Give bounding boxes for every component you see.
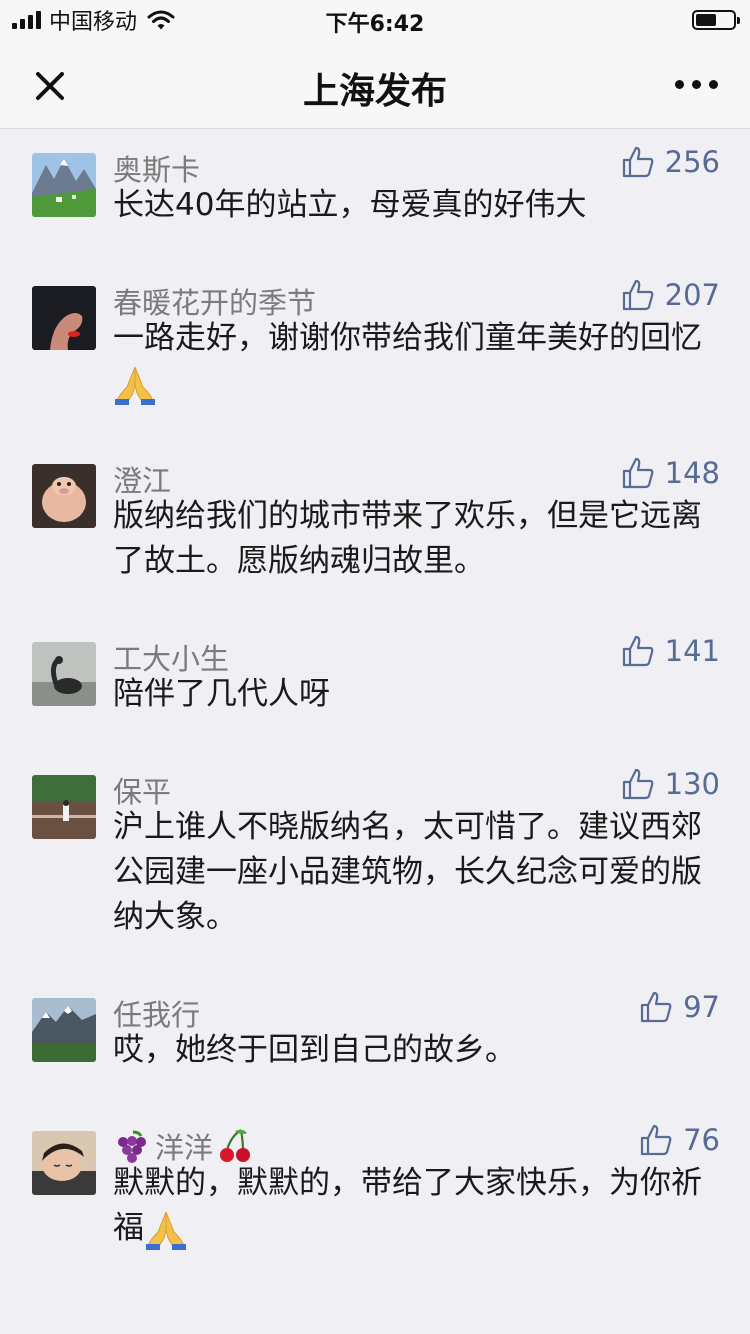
comment-list: 奥斯卡 256 长达40年的站立，母爱真的好伟大 春暖花开的季节 207 一路走… bbox=[0, 129, 750, 1285]
thumbs-up-icon bbox=[622, 635, 653, 667]
commenter-name: 工大小生 bbox=[113, 642, 230, 676]
like-button[interactable]: 130 bbox=[621, 767, 720, 801]
avatar[interactable] bbox=[32, 153, 96, 217]
like-count: 141 bbox=[664, 634, 720, 668]
avatar[interactable] bbox=[32, 642, 96, 706]
comment-item: 奥斯卡 256 长达40年的站立，母爱真的好伟大 bbox=[0, 129, 750, 262]
like-button[interactable]: 256 bbox=[621, 145, 720, 179]
grapes-emoji-icon bbox=[118, 1130, 146, 1163]
thumbs-up-icon bbox=[622, 146, 653, 178]
like-count: 76 bbox=[683, 1123, 720, 1157]
commenter-name: 保平 bbox=[113, 775, 172, 809]
like-count: 207 bbox=[664, 278, 720, 312]
avatar[interactable] bbox=[32, 775, 96, 839]
comment-text: 长达40年的站立，母爱真的好伟大 bbox=[113, 187, 587, 223]
comment-text: 版纳给我们的城市带来了欢乐，但是它远离了故土。愿版纳魂归故里。 bbox=[113, 498, 702, 579]
commenter-name: 奥斯卡 bbox=[113, 153, 201, 187]
folded-hands-emoji-icon bbox=[146, 1211, 186, 1250]
dot-icon bbox=[709, 80, 718, 89]
comment-item: 工大小生 141 陪伴了几代人呀 bbox=[0, 618, 750, 751]
comment-item: 春暖花开的季节 207 一路走好，谢谢你带给我们童年美好的回忆 bbox=[0, 262, 750, 440]
comment-text: 一路走好，谢谢你带给我们童年美好的回忆 bbox=[113, 316, 720, 406]
nav-bar: 上海发布 bbox=[0, 42, 750, 129]
avatar[interactable] bbox=[32, 998, 96, 1062]
like-button[interactable]: 207 bbox=[621, 278, 720, 312]
battery-icon bbox=[692, 10, 740, 30]
comment-item: 澄江 148 版纳给我们的城市带来了欢乐，但是它远离了故土。愿版纳魂归故里。 bbox=[0, 440, 750, 618]
comment-text: 默默的，默默的，带给了大家快乐，为你祈福 bbox=[113, 1161, 720, 1251]
comment-item: 任我行 97 哎，她终于回到自己的故乡。 bbox=[0, 974, 750, 1107]
thumbs-up-icon bbox=[622, 279, 653, 311]
like-count: 256 bbox=[664, 145, 720, 179]
more-options-button[interactable] bbox=[671, 76, 722, 93]
comment-text: 陪伴了几代人呀 bbox=[113, 676, 330, 712]
commenter-name: 澄江 bbox=[113, 464, 172, 498]
like-button[interactable]: 76 bbox=[639, 1123, 720, 1157]
dot-icon bbox=[692, 80, 701, 89]
comment-text: 沪上谁人不晓版纳名，太可惜了。建议西郊公园建一座小品建筑物，长久纪念可爱的版纳大… bbox=[113, 809, 702, 935]
like-button[interactable]: 97 bbox=[639, 990, 720, 1024]
comment-text: 哎，她终于回到自己的故乡。 bbox=[113, 1032, 516, 1068]
thumbs-up-icon bbox=[640, 1124, 672, 1156]
like-count: 130 bbox=[664, 767, 720, 801]
comment-item: 洋洋 76 默默的，默默的，带给了大家快乐，为你祈福 bbox=[0, 1107, 750, 1285]
comment-item: 保平 130 沪上谁人不晓版纳名，太可惜了。建议西郊公园建一座小品建筑物，长久纪… bbox=[0, 751, 750, 974]
thumbs-up-icon bbox=[622, 768, 653, 800]
folded-hands-emoji-icon bbox=[115, 366, 155, 405]
like-button[interactable]: 148 bbox=[621, 456, 720, 490]
commenter-name: 洋洋 bbox=[113, 1125, 253, 1167]
status-time: 下午6:42 bbox=[325, 12, 425, 37]
commenter-name: 任我行 bbox=[113, 998, 201, 1032]
cherries-emoji-icon bbox=[220, 1129, 251, 1162]
status-bar: 中国移动 下午6:42 bbox=[0, 0, 750, 42]
like-count: 148 bbox=[664, 456, 720, 490]
thumbs-up-icon bbox=[640, 991, 672, 1023]
like-button[interactable]: 141 bbox=[621, 634, 720, 668]
like-count: 97 bbox=[683, 990, 720, 1024]
avatar[interactable] bbox=[32, 464, 96, 528]
dot-icon bbox=[675, 80, 684, 89]
page-title: 上海发布 bbox=[302, 71, 447, 112]
commenter-name: 春暖花开的季节 bbox=[113, 286, 317, 320]
thumbs-up-icon bbox=[622, 457, 653, 489]
avatar[interactable] bbox=[32, 286, 96, 350]
avatar[interactable] bbox=[32, 1131, 96, 1195]
